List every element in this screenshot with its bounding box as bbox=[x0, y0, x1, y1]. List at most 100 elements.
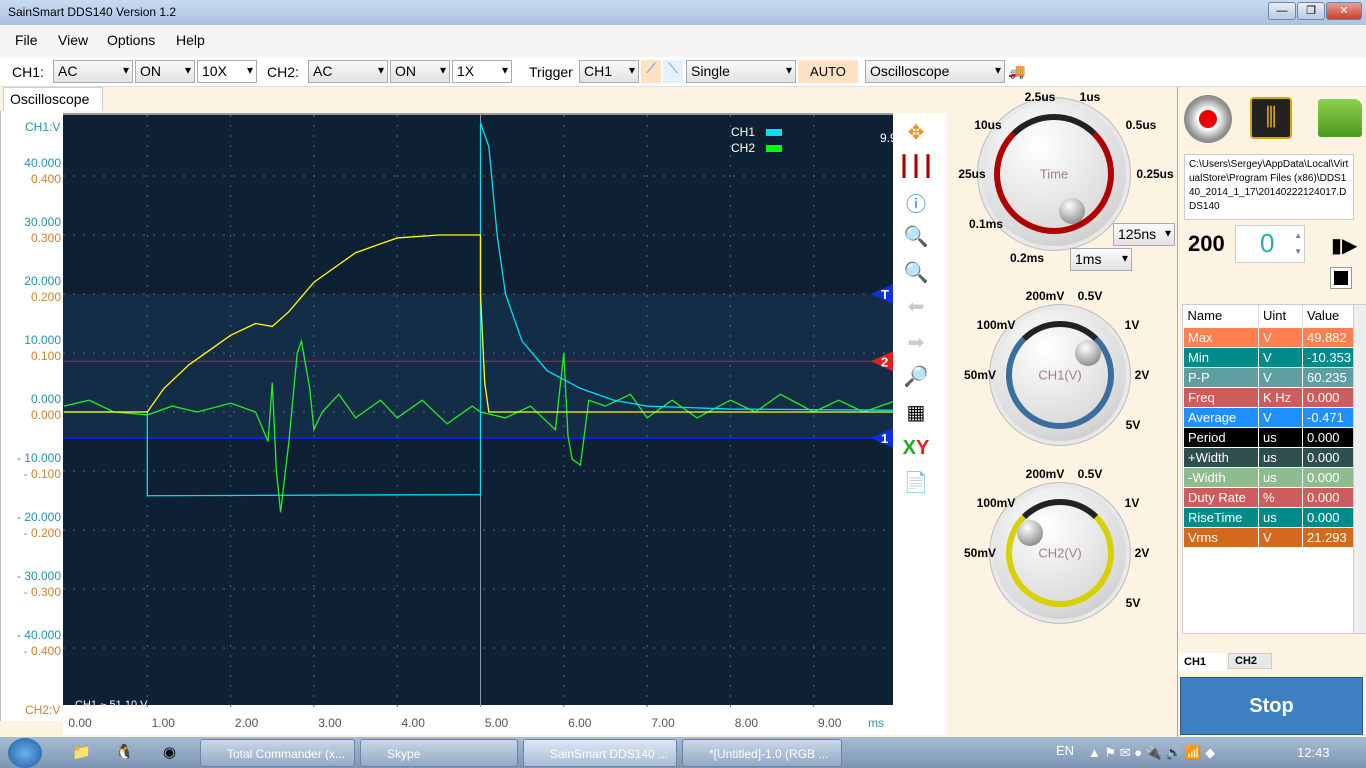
measure-value: 60.235 bbox=[1301, 366, 1357, 388]
measure-row: Freq K Hz 0.000 bbox=[1183, 386, 1357, 408]
settings-sliders-icon[interactable]: ⫼ bbox=[1250, 97, 1292, 139]
ch1-coupling-select[interactable]: AC bbox=[53, 60, 133, 83]
y-tick-ch2: - 0.100 bbox=[23, 467, 61, 481]
menu-options[interactable]: Options bbox=[107, 32, 155, 48]
zoom-out-icon[interactable]: 🔍 bbox=[901, 257, 931, 287]
task-skype[interactable]: Skype bbox=[360, 739, 518, 767]
title-bar: SainSmart DDS140 Version 1.2 bbox=[0, 0, 1366, 25]
measure-unit: V bbox=[1258, 326, 1303, 348]
explorer-icon[interactable]: 📁 bbox=[72, 743, 91, 761]
knob-scale-label: 2.5us bbox=[1024, 90, 1056, 104]
table-scrollbar[interactable] bbox=[1353, 305, 1366, 633]
task-untitled[interactable]: *[Untitled]-1.0 (RGB ... bbox=[682, 739, 842, 767]
trigger-mode-select[interactable]: Single bbox=[686, 60, 796, 83]
rising-edge-icon[interactable]: ⟋ bbox=[641, 60, 661, 83]
measure-row: RiseTime us 0.000 bbox=[1183, 506, 1357, 528]
measure-value: -0.471 bbox=[1301, 406, 1357, 428]
tab-ch2[interactable]: CH2 bbox=[1228, 653, 1272, 669]
mode-select[interactable]: Oscilloscope bbox=[865, 60, 1005, 83]
knob-scale-label: 0.1ms bbox=[968, 217, 1004, 231]
oscilloscope-plot[interactable]: T21 CH1 CH2 9.9 CH1 ~ 51.10 V bbox=[63, 113, 897, 711]
measure-name: +Width bbox=[1183, 446, 1259, 468]
y-tick-ch2: - 0.400 bbox=[23, 644, 61, 658]
search-icon[interactable]: 🔎 bbox=[901, 361, 931, 391]
measure-value: 0.000 bbox=[1301, 446, 1357, 468]
ch2-axis-label: CH2:V bbox=[25, 703, 61, 717]
menu-help[interactable]: Help bbox=[176, 32, 205, 48]
auto-button[interactable]: AUTO bbox=[798, 60, 858, 83]
x-tick: 3.00 bbox=[318, 716, 342, 730]
record-button[interactable] bbox=[1184, 95, 1232, 143]
stop-square-button[interactable] bbox=[1330, 267, 1352, 289]
move-icon[interactable]: ✥ bbox=[901, 117, 931, 147]
ch2-knob-caption: CH2(V) bbox=[1038, 545, 1082, 561]
knob-scale-label: 2V bbox=[1134, 546, 1150, 560]
task-total-commander[interactable]: Total Commander (x... bbox=[200, 739, 355, 767]
time-knob-caption: Time bbox=[1039, 166, 1069, 182]
measure-row: Vrms V 21.293 bbox=[1183, 526, 1357, 548]
arrow-right-icon[interactable]: ➡ bbox=[901, 327, 931, 357]
play-step-icon[interactable]: ▮▶ bbox=[1331, 233, 1357, 258]
start-button[interactable] bbox=[8, 738, 42, 768]
tray-icons[interactable]: ▲ ⚑ ✉ ● 🔌 🔊 📶 ◆ bbox=[1088, 745, 1215, 761]
close-button[interactable]: ✕ bbox=[1326, 2, 1362, 20]
ch1-probe-select[interactable]: 10X bbox=[197, 60, 257, 83]
cursor-lines-icon[interactable]: ┃┃┃ bbox=[898, 151, 934, 181]
legend-ch2: CH2 bbox=[731, 141, 783, 155]
knob-grip bbox=[1017, 520, 1043, 546]
stop-button[interactable]: Stop bbox=[1180, 677, 1363, 735]
y-tick-ch1: - 20.000 bbox=[16, 510, 61, 524]
trigger-source-select[interactable]: CH1 bbox=[579, 60, 639, 83]
knob-scale-label: 0.25us bbox=[1136, 167, 1174, 181]
x-tick: 4.00 bbox=[401, 716, 425, 730]
measure-row: +Width us 0.000 bbox=[1183, 446, 1357, 468]
knob-scale-label: 2V bbox=[1134, 368, 1150, 382]
arrow-left-icon[interactable]: ⬅ bbox=[901, 291, 931, 321]
menu-view[interactable]: View bbox=[58, 32, 88, 48]
chrome-icon[interactable]: ◉ bbox=[163, 743, 176, 761]
measure-value: 0.000 bbox=[1301, 386, 1357, 408]
export-icon[interactable]: 📄 bbox=[901, 467, 931, 497]
falling-edge-icon[interactable]: ⟍ bbox=[663, 60, 683, 83]
measure-value: 0.000 bbox=[1301, 506, 1357, 528]
tab-oscilloscope[interactable]: Oscilloscope bbox=[3, 87, 103, 111]
language-indicator[interactable]: EN bbox=[1056, 743, 1074, 758]
ch2-probe-select[interactable]: 1X bbox=[452, 60, 512, 83]
measure-unit: us bbox=[1258, 446, 1303, 468]
zoom-in-icon[interactable]: 🔍 bbox=[901, 221, 931, 251]
ch1-state-select[interactable]: ON bbox=[135, 60, 195, 83]
measure-row: P-P V 60.235 bbox=[1183, 366, 1357, 388]
minimize-button[interactable]: — bbox=[1268, 2, 1296, 20]
y-tick-ch1: - 40.000 bbox=[16, 628, 61, 642]
frame-index-spinner[interactable]: 0 ▲ ▼ bbox=[1235, 225, 1305, 263]
time-fine-select[interactable]: 125ns bbox=[1113, 223, 1175, 246]
measure-unit: K Hz bbox=[1258, 386, 1303, 408]
measure-name: Average bbox=[1183, 406, 1259, 428]
menu-bar: File View Options Help bbox=[0, 25, 1366, 57]
knob-scale-label: 0.5V bbox=[1077, 467, 1103, 481]
tab-ch1[interactable]: CH1 bbox=[1178, 653, 1226, 671]
knob-grip bbox=[1059, 198, 1085, 224]
menu-file[interactable]: File bbox=[15, 32, 38, 48]
measure-name: Max bbox=[1183, 326, 1259, 348]
time-coarse-select[interactable]: 1ms bbox=[1070, 248, 1132, 271]
color-palette-icon[interactable]: ▦ bbox=[901, 397, 931, 427]
ch2-coupling-select[interactable]: AC bbox=[308, 60, 388, 83]
knob-scale-label: 50mV bbox=[963, 368, 997, 382]
knob-scale-label: 10us bbox=[974, 118, 1002, 132]
info-icon[interactable]: ⓘ bbox=[901, 187, 931, 217]
truck-icon[interactable]: 🚚 bbox=[1008, 63, 1025, 80]
knob-scale-label: 0.2ms bbox=[1009, 251, 1045, 265]
open-folder-icon[interactable] bbox=[1318, 99, 1362, 137]
window-title: SainSmart DDS140 Version 1.2 bbox=[8, 5, 177, 19]
clock[interactable]: 12:43 bbox=[1297, 745, 1330, 760]
x-tick: 6.00 bbox=[568, 716, 592, 730]
pidgin-icon[interactable]: 🐧 bbox=[115, 743, 134, 761]
measurement-table: Name Uint Value Max V 49.882 Min V -10.353 P-P V 60… bbox=[1182, 304, 1366, 634]
knob-scale-label: 200mV bbox=[1025, 289, 1065, 303]
task-sainsmart[interactable]: SainSmart DDS140 ... bbox=[523, 739, 677, 767]
measure-row: Min V -10.353 bbox=[1183, 346, 1357, 368]
maximize-button[interactable]: ❐ bbox=[1297, 2, 1325, 20]
ch2-state-select[interactable]: ON bbox=[390, 60, 450, 83]
xy-mode-icon[interactable]: XY bbox=[901, 433, 931, 463]
